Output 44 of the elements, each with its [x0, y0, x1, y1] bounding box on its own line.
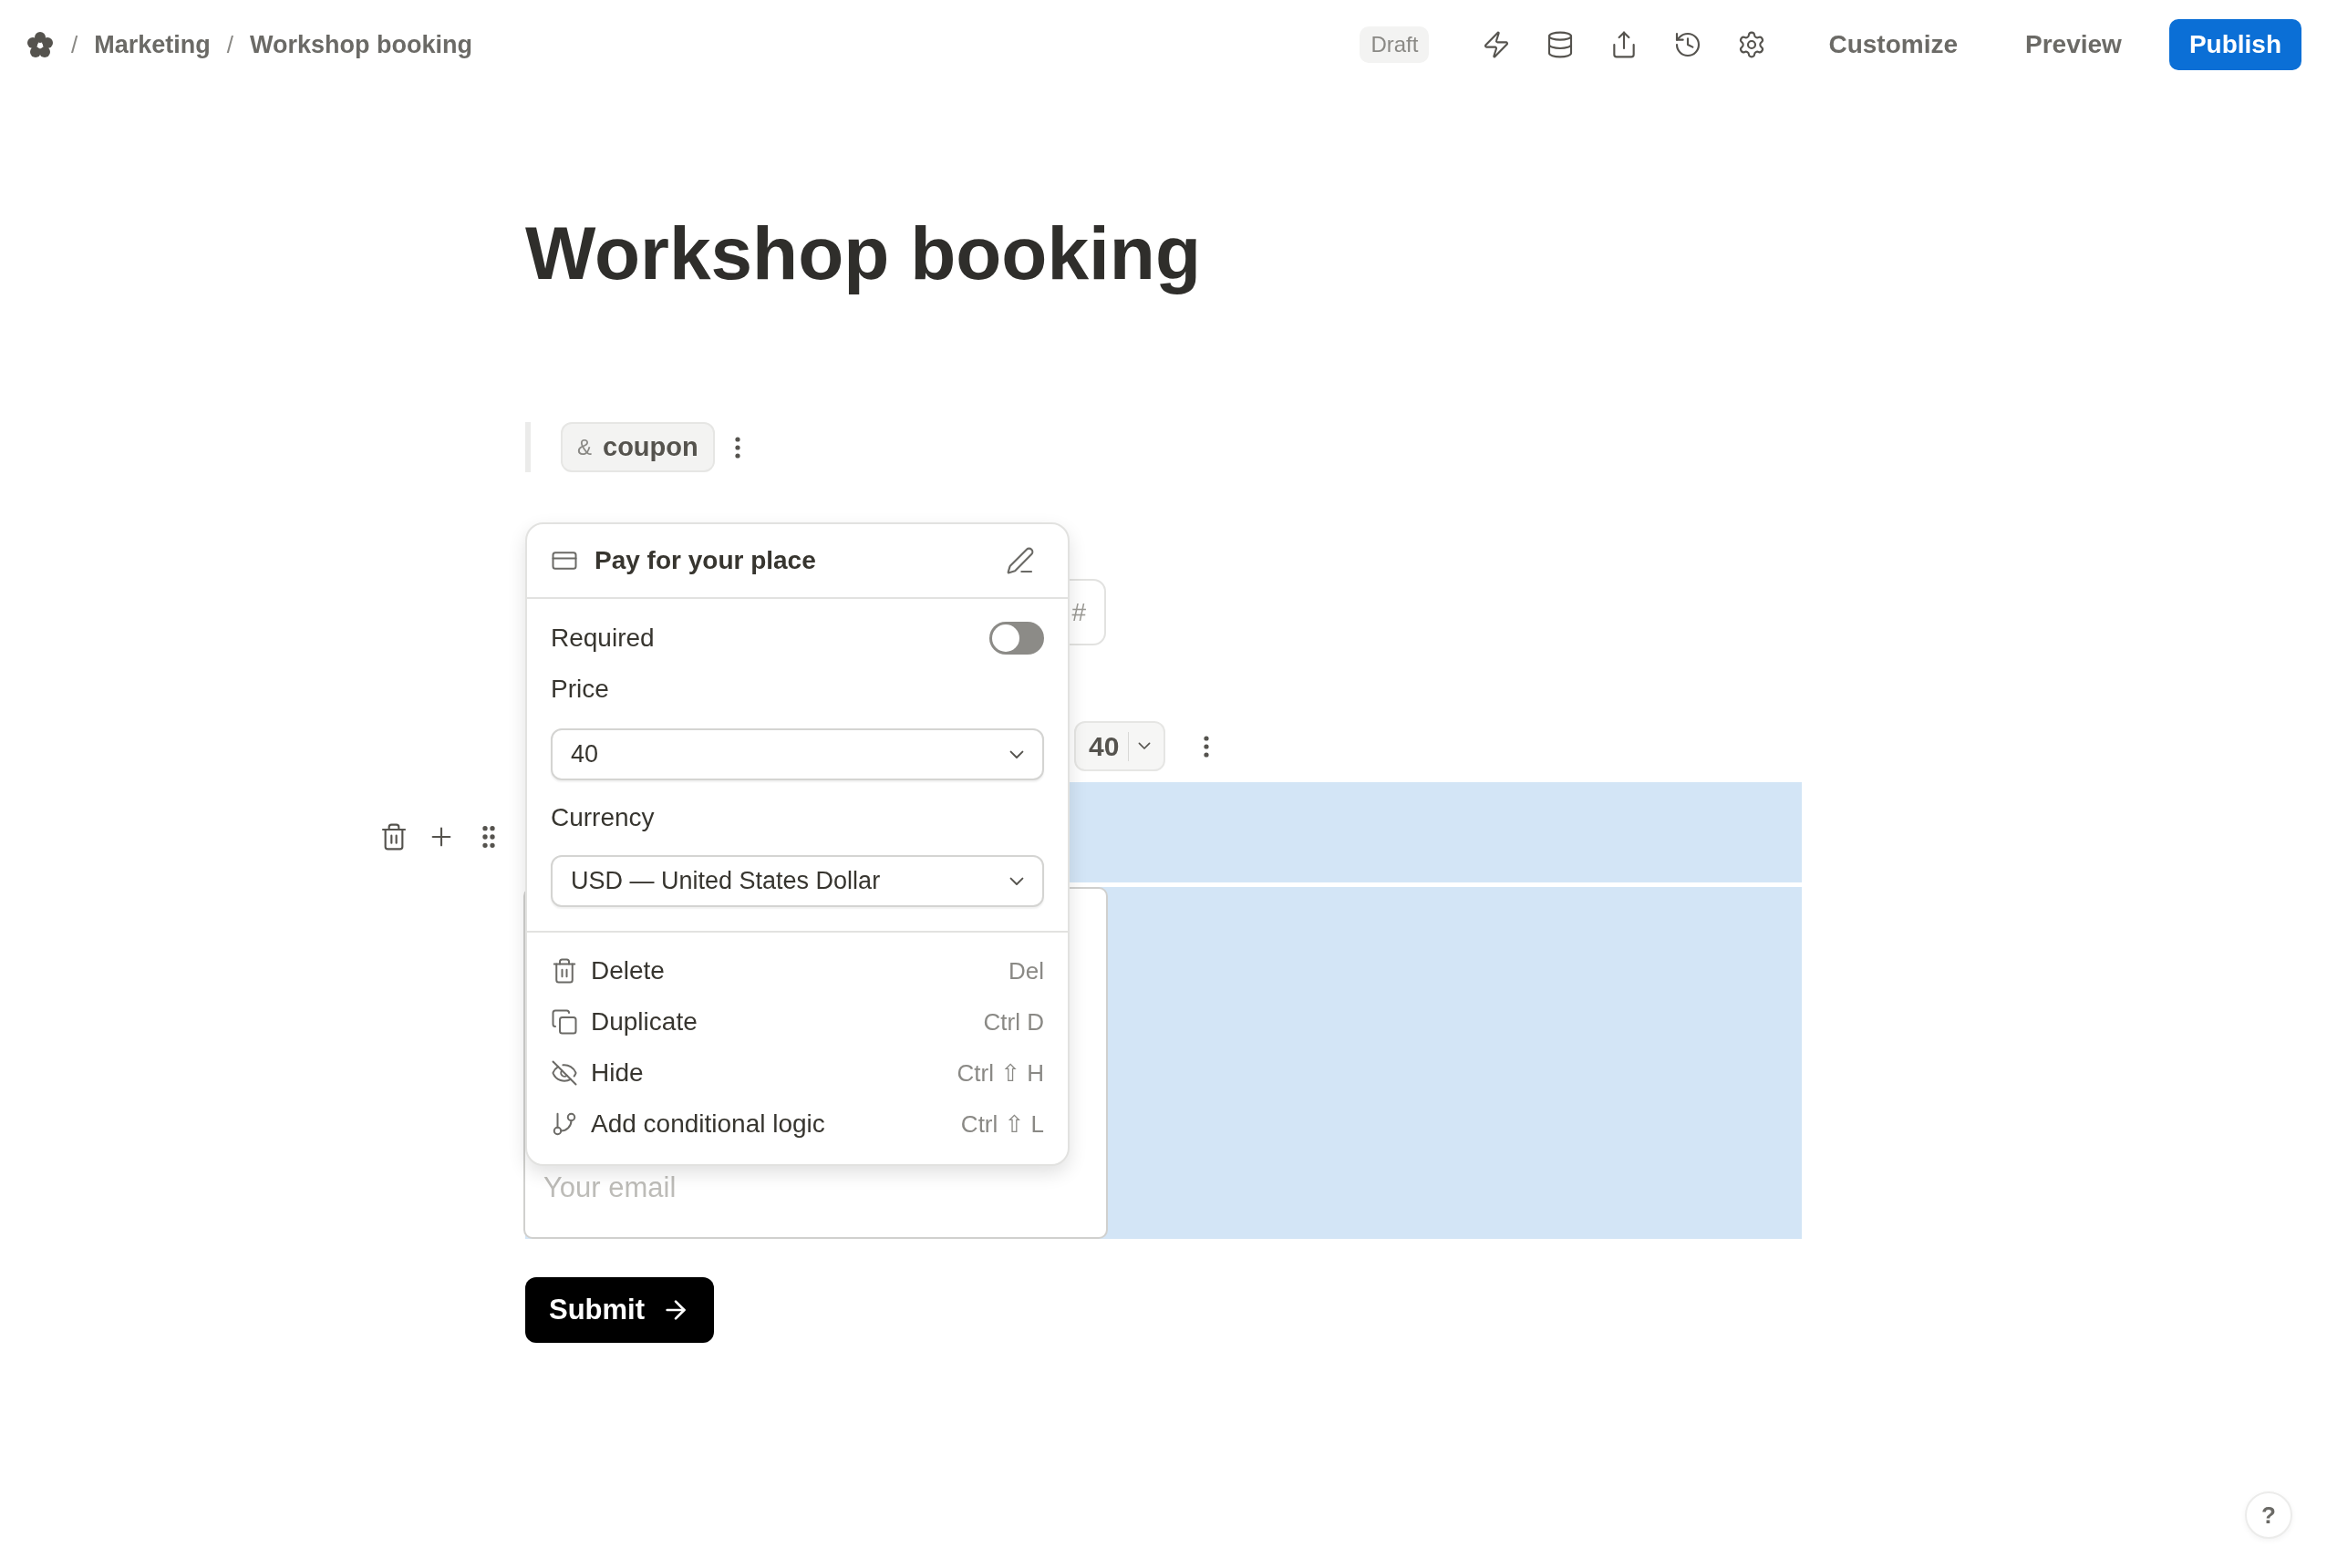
- menu-item[interactable]: Hide: [591, 1058, 945, 1088]
- breadcrumb-link[interactable]: Marketing: [94, 30, 211, 59]
- shortcut-hint: Ctrl ⇧ L: [960, 1109, 1044, 1139]
- required-label: Required: [551, 624, 655, 653]
- help-button[interactable]: ?: [2245, 1491, 2292, 1539]
- price-label: Price: [551, 675, 609, 704]
- edit-icon[interactable]: [1006, 546, 1035, 575]
- chevron-down-icon: [1009, 876, 1024, 886]
- price-select[interactable]: 40: [551, 728, 1044, 780]
- eye-off-icon: [551, 1059, 578, 1087]
- number-suffix: #: [1071, 597, 1086, 627]
- submit-button[interactable]: Submit: [525, 1277, 715, 1343]
- breadcrumb-separator: /: [71, 30, 78, 59]
- more-icon[interactable]: [734, 436, 740, 459]
- chevron-down-icon: [1009, 749, 1024, 759]
- publish-button[interactable]: Publish: [2168, 19, 2301, 70]
- menu-item[interactable]: Duplicate: [591, 1007, 971, 1037]
- header-button[interactable]: Customize: [1808, 19, 1978, 70]
- price-dropdown[interactable]: 40: [1074, 721, 1166, 771]
- variable-chip[interactable]: & coupon: [561, 422, 715, 472]
- currency-select[interactable]: USD — United States Dollar: [551, 855, 1044, 907]
- email-placeholder: Your email: [543, 1171, 677, 1204]
- shortcut-hint: Ctrl ⇧ H: [957, 1058, 1044, 1088]
- chevron-down-icon: [1138, 742, 1152, 750]
- header-button[interactable]: Preview: [2005, 19, 2142, 70]
- required-toggle[interactable]: [989, 622, 1044, 655]
- currency-label: Currency: [551, 803, 655, 832]
- flower-logo-icon[interactable]: [26, 30, 55, 59]
- shortcut-hint: Ctrl D: [983, 1007, 1044, 1037]
- menu-item[interactable]: Delete: [591, 956, 996, 985]
- breadcrumb-link[interactable]: Workshop booking: [250, 30, 472, 59]
- branch-icon: [551, 1110, 578, 1138]
- breadcrumb-separator: /: [226, 30, 233, 59]
- status-badge: Draft: [1360, 26, 1430, 63]
- trash-icon[interactable]: [379, 822, 409, 851]
- chip-symbol: &: [577, 434, 592, 460]
- chip-label: coupon: [603, 432, 698, 462]
- popup-title: Pay for your place: [595, 546, 817, 575]
- trash-icon: [551, 957, 578, 985]
- shortcut-hint: Del: [1008, 956, 1044, 985]
- menu-item[interactable]: Add conditional logic: [591, 1109, 948, 1139]
- more-icon[interactable]: [1204, 735, 1210, 758]
- form-title: Workshop booking: [525, 211, 1202, 296]
- copy-icon: [551, 1008, 578, 1036]
